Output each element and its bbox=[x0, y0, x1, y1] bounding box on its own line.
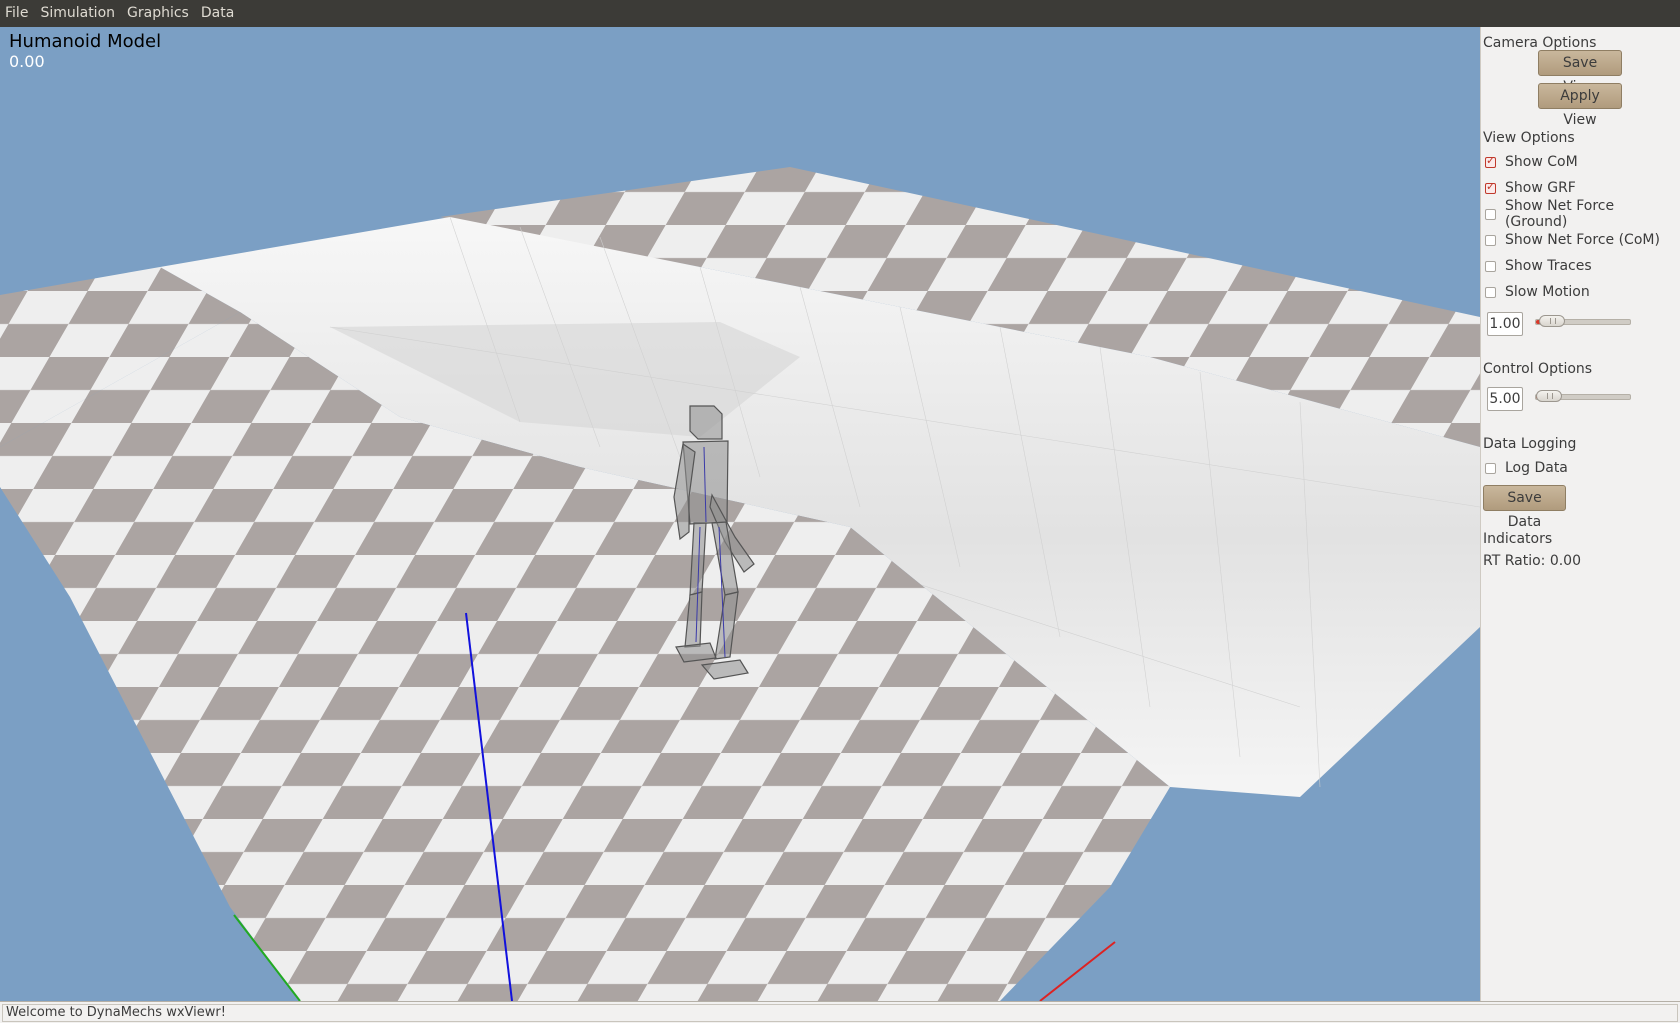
show-grf-checkbox[interactable] bbox=[1485, 180, 1496, 194]
menu-file[interactable]: File bbox=[0, 0, 34, 27]
show-traces-checkbox[interactable] bbox=[1485, 260, 1496, 272]
slow-motion-checkbox[interactable] bbox=[1485, 286, 1496, 298]
slow-motion-slider[interactable] bbox=[1535, 315, 1631, 327]
control-value-field[interactable]: 5.00 bbox=[1487, 387, 1523, 411]
show-net-force-ground-row[interactable]: Show Net Force (Ground) bbox=[1485, 198, 1680, 230]
log-data-checkbox[interactable] bbox=[1485, 462, 1496, 474]
show-com-checkbox[interactable] bbox=[1485, 154, 1496, 168]
apply-view-button[interactable]: Apply View bbox=[1538, 83, 1622, 128]
3d-viewport[interactable]: Humanoid Model 0.00 bbox=[0, 27, 1480, 1001]
show-traces-label: Show Traces bbox=[1505, 258, 1592, 274]
scene-render bbox=[0, 167, 1480, 1001]
show-net-force-ground-label: Show Net Force (Ground) bbox=[1504, 198, 1615, 230]
save-view-button[interactable]: Save View bbox=[1538, 50, 1622, 95]
data-logging-title: Data Logging bbox=[1483, 436, 1577, 452]
show-traces-row[interactable]: Show Traces bbox=[1485, 256, 1592, 276]
sim-time-readout: 0.00 bbox=[9, 52, 45, 71]
show-net-force-com-row[interactable]: Show Net Force (CoM) bbox=[1485, 230, 1660, 250]
slow-motion-slider-thumb[interactable] bbox=[1539, 315, 1566, 327]
show-net-force-ground-checkbox[interactable] bbox=[1485, 208, 1496, 220]
show-grf-row[interactable]: Show GRF bbox=[1485, 178, 1576, 198]
control-options-title: Control Options bbox=[1483, 361, 1593, 377]
axis-x-line bbox=[1039, 941, 1116, 1001]
control-slider[interactable] bbox=[1535, 390, 1631, 402]
slow-motion-row[interactable]: Slow Motion bbox=[1485, 282, 1590, 302]
indicators-title: Indicators bbox=[1483, 531, 1553, 547]
menu-graphics[interactable]: Graphics bbox=[121, 0, 195, 27]
status-text: Welcome to DynaMechs wxViewr! bbox=[2, 1004, 1678, 1022]
show-net-force-com-label: Show Net Force (CoM) bbox=[1505, 232, 1660, 248]
model-title: Humanoid Model bbox=[9, 31, 162, 52]
camera-options-title: Camera Options bbox=[1483, 35, 1597, 51]
show-com-row[interactable]: Show CoM bbox=[1485, 152, 1578, 172]
slow-motion-value-field[interactable]: 1.00 bbox=[1487, 312, 1523, 336]
view-options-title: View Options bbox=[1483, 130, 1575, 146]
status-bar: Welcome to DynaMechs wxViewr! bbox=[0, 1001, 1680, 1023]
show-net-force-com-checkbox[interactable] bbox=[1485, 234, 1496, 246]
save-data-button[interactable]: Save Data bbox=[1483, 485, 1566, 530]
show-com-label: Show CoM bbox=[1505, 154, 1578, 170]
log-data-label: Log Data bbox=[1505, 460, 1568, 476]
show-grf-label: Show GRF bbox=[1505, 180, 1576, 196]
log-data-row[interactable]: Log Data bbox=[1485, 458, 1568, 478]
menu-data[interactable]: Data bbox=[195, 0, 240, 27]
control-slider-thumb[interactable] bbox=[1536, 390, 1562, 402]
slow-motion-label: Slow Motion bbox=[1505, 284, 1590, 300]
control-panel: Camera Options Save View Apply View View… bbox=[1480, 27, 1680, 1001]
menu-bar: File Simulation Graphics Data bbox=[0, 0, 1680, 27]
rt-ratio-readout: RT Ratio: 0.00 bbox=[1483, 553, 1581, 569]
menu-simulation[interactable]: Simulation bbox=[34, 0, 121, 27]
